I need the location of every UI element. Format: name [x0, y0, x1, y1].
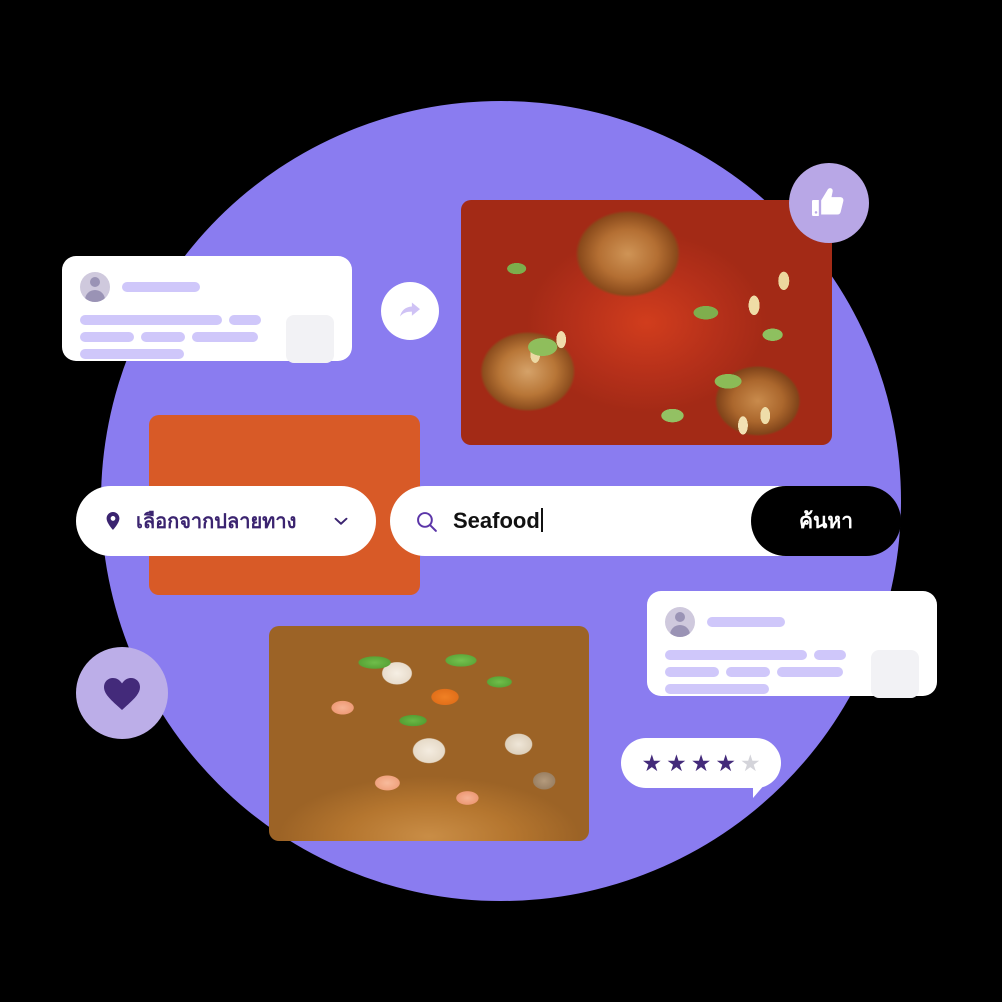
search-input-value: Seafood: [453, 508, 540, 533]
skeleton-line-row: [80, 315, 276, 325]
comment-card[interactable]: [647, 591, 937, 698]
user-avatar-icon: [80, 272, 110, 302]
thumbs-up-badge[interactable]: [789, 163, 869, 243]
skeleton-text-lines: [80, 315, 276, 363]
share-badge[interactable]: [381, 282, 439, 340]
comment-card-header: [665, 607, 919, 637]
skeleton-line-row: [80, 349, 276, 359]
skeleton-bar: [665, 667, 719, 677]
heart-icon: [104, 678, 140, 710]
skeleton-line-row: [80, 332, 276, 342]
photo-scallops-tomato-sauce[interactable]: [461, 200, 832, 445]
skeleton-text-lines: [665, 650, 861, 698]
text-cursor: [540, 508, 543, 532]
star-icon: ★: [715, 749, 736, 776]
search-button[interactable]: ค้นหา: [751, 486, 901, 556]
star-icon: ★: [666, 749, 687, 776]
search-input[interactable]: Seafood: [453, 508, 543, 534]
skeleton-bar: [665, 650, 807, 660]
skeleton-line-row: [665, 684, 861, 694]
skeleton-line-row: [665, 667, 861, 677]
star-rating-bubble: ★ ★ ★ ★ ★: [621, 738, 781, 798]
comment-card-body: [80, 315, 334, 363]
comment-card[interactable]: [62, 256, 352, 363]
skeleton-bar: [814, 650, 846, 660]
comment-card-header: [80, 272, 334, 302]
skeleton-bar: [777, 667, 843, 677]
skeleton-bar: [665, 684, 769, 694]
hero-illustration-canvas: ★ ★ ★ ★ ★ เลือกจากปลายทาง Seafood ค้นหา: [0, 0, 1002, 1002]
skeleton-thumbnail: [871, 650, 919, 698]
share-icon: [400, 302, 420, 317]
photo-seafood-noodle-nest[interactable]: [269, 626, 589, 841]
star-icon: ★: [690, 749, 712, 776]
heart-badge[interactable]: [76, 647, 168, 739]
skeleton-bar: [229, 315, 261, 325]
location-selector[interactable]: เลือกจากปลายทาง: [76, 486, 376, 556]
skeleton-bar: [726, 667, 770, 677]
skeleton-name-bar: [707, 617, 785, 627]
skeleton-thumbnail: [286, 315, 334, 363]
chevron-down-icon[interactable]: [330, 510, 352, 532]
star-icon: ★: [739, 749, 761, 776]
skeleton-bar: [192, 332, 258, 342]
skeleton-line-row: [665, 650, 861, 660]
map-pin-icon: [106, 512, 120, 530]
star-icon: ★: [641, 749, 663, 776]
location-label: เลือกจากปลายทาง: [136, 511, 297, 533]
search-icon: [417, 511, 437, 532]
skeleton-name-bar: [122, 282, 200, 292]
skeleton-bar: [80, 315, 222, 325]
skeleton-bar: [80, 332, 134, 342]
comment-card-body: [665, 650, 919, 698]
user-avatar-icon: [665, 607, 695, 637]
thumbs-up-icon: [812, 188, 844, 216]
skeleton-bar: [141, 332, 185, 342]
skeleton-bar: [80, 349, 184, 359]
